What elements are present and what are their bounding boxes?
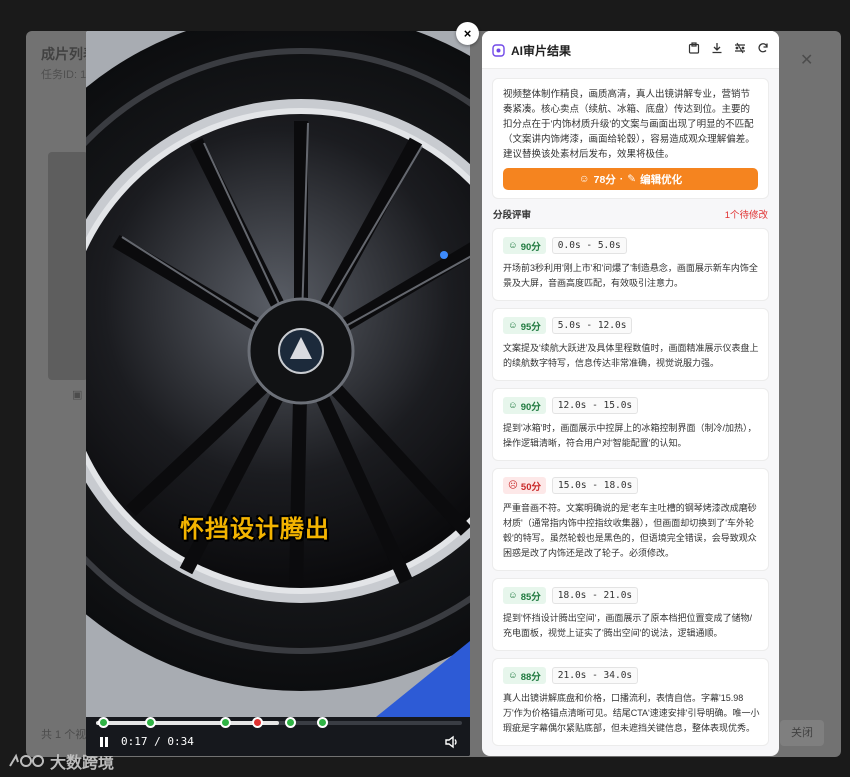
edit-icon: ✎ — [627, 173, 637, 185]
background-close-icon: ✕ — [800, 52, 814, 69]
segment-marker[interactable] — [144, 717, 156, 728]
segment-card[interactable]: ☺ 90分 12.0s - 15.0s 提到'冰箱'时，画面展示中控屏上的冰箱控制界… — [492, 388, 769, 461]
video-subtitle-caption: 怀挡设计腾出 — [180, 516, 330, 543]
compare-icon[interactable] — [734, 42, 746, 54]
segments-title: 分段评审 — [493, 210, 532, 221]
segment-comment: 提到'冰箱'时，画面展示中控屏上的冰箱控制界面（制冷/加热），操作逻辑清晰，符合… — [503, 423, 757, 448]
edit-optimize-button[interactable]: ☺ 78分 · ✎ 编辑优化 — [503, 168, 758, 190]
segment-score-badge: ☹ 50分 — [503, 477, 546, 494]
segment-comment: 文案提及'续航大跃进'及具体里程数值时，画面精准展示仪表盘上的续航数字特写，信息… — [503, 343, 759, 368]
panel-body: 视频整体制作精良，画质高清，真人出镜讲解专业，营销节奏紧凑。核心卖点（续航、冰箱… — [482, 70, 779, 756]
segment-comment: 严重音画不符。文案明确说的是'老车主吐槽的钢琴烤漆改成磨砂材质'（通常指内饰中控… — [503, 503, 757, 558]
video-player[interactable]: 怀挡设计腾出 0:17 / 0:34 — [86, 31, 470, 756]
pause-icon[interactable] — [97, 735, 111, 749]
segment-marker[interactable] — [284, 717, 296, 728]
segment-time-range: 21.0s - 34.0s — [551, 667, 639, 684]
segment-time-range: 5.0s - 12.0s — [551, 317, 633, 334]
smile-icon: ☺ — [508, 320, 518, 331]
segment-score-badge: ☺ 85分 — [503, 587, 546, 604]
background-video-card — [48, 152, 88, 380]
segment-marker[interactable] — [98, 717, 110, 728]
segment-card[interactable]: ☺ 88分 21.0s - 34.0s 真人出镜讲解底盘和价格，口播流利，表情自信。… — [492, 658, 769, 746]
segment-card[interactable]: ☹ 50分 15.0s - 18.0s 严重音画不符。文案明确说的是'老车主吐槽的钢… — [492, 468, 769, 571]
segment-marker[interactable] — [252, 717, 264, 728]
segment-list: ☺ 90分 0.0s - 5.0s 开场前3秒利用'刚上市'和'问爆了'制造悬念，画… — [492, 228, 769, 746]
smile-icon: ☺ — [508, 670, 518, 681]
segment-time-range: 0.0s - 5.0s — [551, 237, 627, 254]
segment-comment: 真人出镜讲解底盘和价格，口播流利，表情自信。字幕'15.98万'作为价格锚点清晰… — [503, 693, 760, 733]
segment-score-badge: ☺ 95分 — [503, 317, 546, 334]
refresh-icon[interactable] — [757, 42, 769, 54]
ai-review-panel: AI审片结果 视频整体制作精良，画质高清，真人出镜讲解专业，营销节奏紧凑。核心卖… — [482, 31, 779, 756]
segment-score-badge: ☺ 88分 — [503, 667, 546, 684]
video-time: 0:17 / 0:34 — [121, 735, 194, 748]
smile-icon: ☺ — [508, 590, 518, 601]
background-card-icon: ▣ — [72, 389, 83, 401]
close-preview-button[interactable]: × — [456, 22, 479, 45]
progress-bar[interactable] — [96, 717, 462, 728]
segment-card[interactable]: ☺ 95分 5.0s - 12.0s 文案提及'续航大跃进'及具体里程数值时，画面精… — [492, 308, 769, 381]
segment-time-range: 15.0s - 18.0s — [551, 477, 639, 494]
background-subtitle: 任务ID: 19 — [41, 69, 93, 81]
summary-card: 视频整体制作精良，画质高清，真人出镜讲解专业，营销节奏紧凑。核心卖点（续航、冰箱… — [492, 78, 769, 199]
tire-wheel-image — [86, 31, 470, 717]
edit-optimize-label: 编辑优化 — [640, 173, 683, 186]
watermark-logo-icon — [9, 753, 44, 767]
smile-icon: ☺ — [578, 173, 590, 185]
volume-icon[interactable] — [444, 734, 460, 750]
segment-marker[interactable] — [316, 717, 328, 728]
ai-icon — [492, 44, 505, 57]
background-close-button: 关闭 — [780, 720, 824, 746]
header-actions — [688, 42, 769, 54]
summary-text: 视频整体制作精良，画质高清，真人出镜讲解专业，营销节奏紧凑。核心卖点（续航、冰箱… — [503, 89, 755, 160]
panel-title: AI审片结果 — [492, 42, 571, 59]
segment-time-range: 12.0s - 15.0s — [551, 397, 639, 414]
video-controls: 0:17 / 0:34 — [86, 717, 470, 756]
clipboard-icon[interactable] — [688, 42, 700, 54]
segment-comment: 开场前3秒利用'刚上市'和'问爆了'制造悬念，画面展示新车内饰全景及大屏，音画高… — [503, 263, 758, 288]
overall-score: 78分 — [593, 173, 616, 186]
segment-marker[interactable] — [220, 717, 232, 728]
segment-card[interactable]: ☺ 85分 18.0s - 21.0s 提到'怀挡设计腾出空间'，画面展示了原本档把… — [492, 578, 769, 651]
segment-score-badge: ☺ 90分 — [503, 237, 546, 254]
score-separator: · — [619, 173, 624, 185]
video-frame — [86, 31, 470, 717]
download-icon[interactable] — [711, 42, 723, 54]
panel-title-text: AI审片结果 — [511, 44, 572, 58]
segment-comment: 提到'怀挡设计腾出空间'，画面展示了原本档把位置变成了储物/充电面板，视觉上证实… — [503, 613, 752, 638]
panel-header: AI审片结果 — [482, 31, 779, 69]
segment-card[interactable]: ☺ 90分 0.0s - 5.0s 开场前3秒利用'刚上市'和'问爆了'制造悬念，画… — [492, 228, 769, 301]
segments-header: 分段评审 1个待修改 — [492, 207, 769, 221]
sad-icon: ☹ — [508, 480, 518, 491]
smile-icon: ☺ — [508, 400, 518, 411]
segment-score-badge: ☺ 90分 — [503, 397, 546, 414]
segment-time-range: 18.0s - 21.0s — [551, 587, 639, 604]
smile-icon: ☺ — [508, 240, 518, 251]
pending-count[interactable]: 1个待修改 — [725, 207, 768, 221]
